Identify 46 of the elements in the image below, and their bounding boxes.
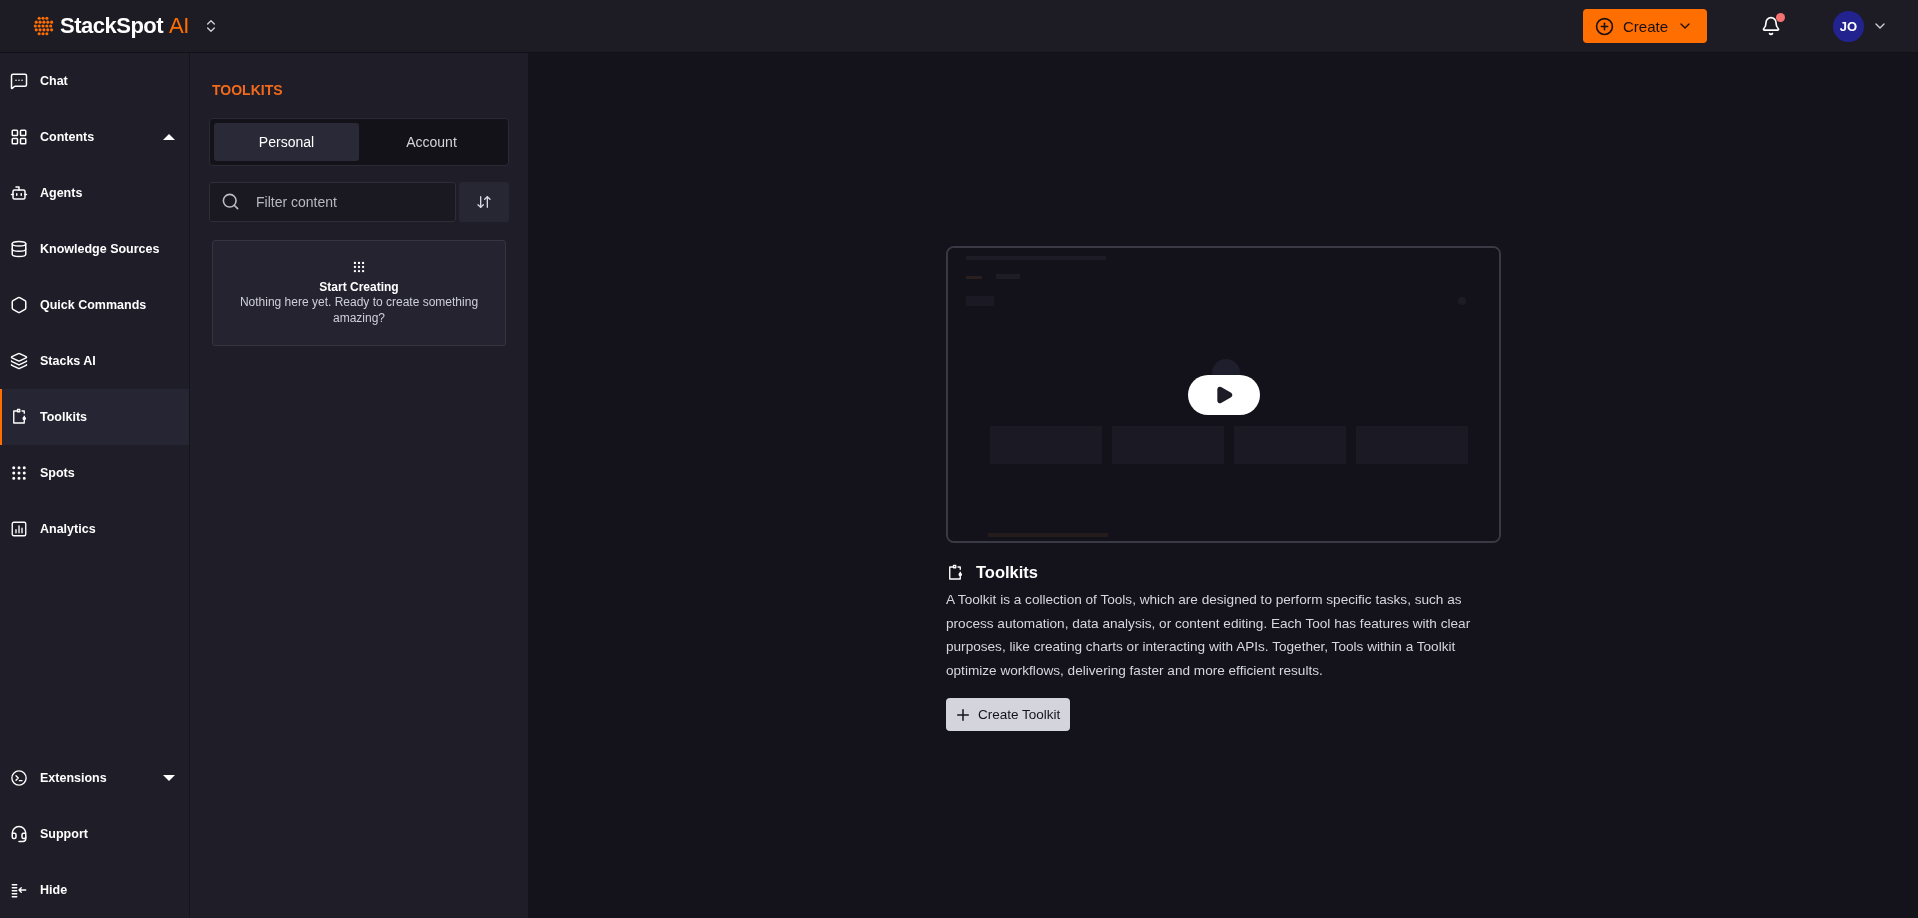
caret-icon xyxy=(163,133,175,141)
headset-icon xyxy=(10,825,28,843)
sidebar-group[interactable]: Extensions xyxy=(0,750,189,806)
sidebar-item[interactable]: Spots xyxy=(0,445,189,501)
empty-state-title: Start Creating xyxy=(319,280,399,294)
description: A Toolkit is a collection of Tools, which are designed to perform specific tasks, such as process automation, data analysis, or content editing. Each Tool has features with clear purposes, like creating charts or interacting with APIs. Together, Tools within a Toolkit optimize workflows, delivering faster and more efficient results. xyxy=(946,591,1472,680)
panel-title: TOOLKITS xyxy=(211,81,284,100)
clipboard-icon xyxy=(946,563,964,582)
grid-icon xyxy=(10,128,28,146)
sidebar-item[interactable]: Quick Commands xyxy=(0,277,189,333)
search-field[interactable]: Filter content xyxy=(209,182,456,222)
sort-button[interactable] xyxy=(459,182,509,222)
dots-icon xyxy=(10,464,28,482)
bell-icon xyxy=(1761,16,1781,36)
logo-suffix: AI xyxy=(169,13,189,39)
bar-chart-icon xyxy=(10,520,28,538)
sidebar-item[interactable]: Hide xyxy=(0,862,189,918)
chat-bubble-icon xyxy=(10,72,28,90)
sidebar-item[interactable]: Agents xyxy=(0,165,189,221)
terminal-icon xyxy=(10,769,28,787)
plus-circle-icon xyxy=(1594,16,1614,36)
empty-state-message: Nothing here yet. Ready to create something amazing? xyxy=(238,294,480,326)
sidebar-item[interactable]: Analytics xyxy=(0,501,189,557)
sidebar-item[interactable]: Chat xyxy=(0,53,189,109)
caret-icon xyxy=(163,774,175,782)
create-toolkit-button[interactable]: Create Toolkit xyxy=(946,698,1071,731)
logo-icon xyxy=(32,14,54,38)
user-avatar[interactable]: JO xyxy=(1833,10,1864,42)
tab[interactable]: Account xyxy=(359,123,504,161)
database-icon xyxy=(10,240,28,258)
create-button[interactable]: Create xyxy=(1582,9,1707,43)
robot-icon xyxy=(10,184,28,202)
sidebar-item[interactable]: Support xyxy=(0,806,189,862)
sidebar-item[interactable]: Toolkits xyxy=(0,389,189,445)
dots-icon xyxy=(352,260,366,274)
layers-icon xyxy=(10,352,28,370)
section-title: Toolkits xyxy=(976,563,1039,582)
sidebar-item[interactable]: Stacks AI xyxy=(0,333,189,389)
hexagon-icon xyxy=(10,296,28,314)
logo-text: StackSpot xyxy=(60,13,164,39)
sidebar-item[interactable]: Knowledge Sources xyxy=(0,221,189,277)
sort-icon xyxy=(476,194,492,210)
clipboard-icon xyxy=(10,408,28,426)
collapse-icon xyxy=(10,881,28,899)
sidebar-group[interactable]: Contents xyxy=(0,109,189,165)
tab[interactable]: Personal xyxy=(214,123,359,161)
